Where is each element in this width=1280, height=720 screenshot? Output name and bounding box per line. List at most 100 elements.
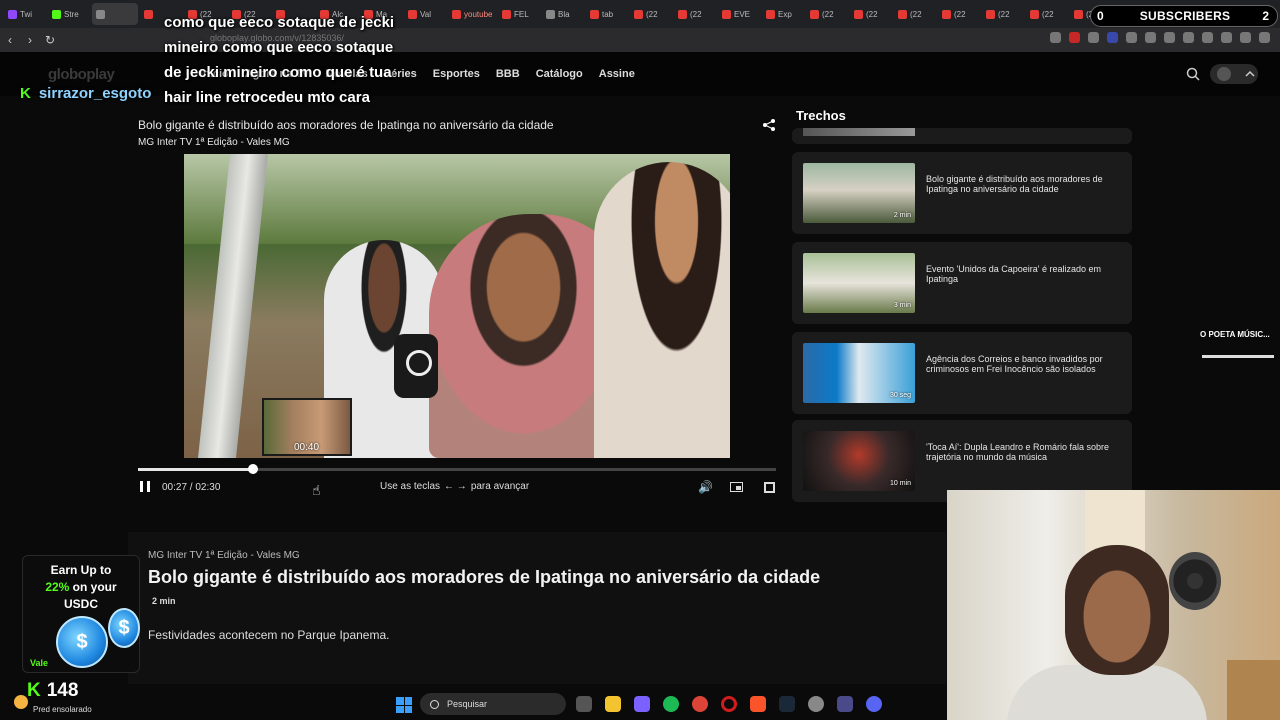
viewer-count: K 148 xyxy=(27,680,78,702)
steam-icon[interactable] xyxy=(779,696,795,712)
browser-tab[interactable]: EVE xyxy=(718,3,760,25)
extension-icon[interactable] xyxy=(1050,32,1061,43)
tab-favicon-icon xyxy=(678,9,687,19)
current-time: 00:27 xyxy=(162,482,188,493)
browser-tab[interactable]: tab xyxy=(586,3,628,25)
total-time: 02:30 xyxy=(195,482,221,493)
kick-icon: K xyxy=(27,680,41,701)
now-playing-progress xyxy=(1202,355,1274,358)
shield-icon[interactable] xyxy=(1240,32,1251,43)
viewer-count-value: 148 xyxy=(46,680,79,701)
trecho-thumbnail: 30 seg xyxy=(803,343,915,403)
tab-label: FEL xyxy=(514,9,529,19)
tab-label: (22 xyxy=(954,9,966,19)
tab-label: (22 xyxy=(910,9,922,19)
menu-icon[interactable] xyxy=(1259,32,1270,43)
browser-tab[interactable]: (22 xyxy=(938,3,980,25)
tab-favicon-icon xyxy=(1074,9,1083,19)
nav-item-bbb[interactable]: BBB xyxy=(496,68,520,80)
volume-icon[interactable]: 🔊 xyxy=(698,480,713,494)
tab-favicon-icon xyxy=(408,9,417,19)
video-program[interactable]: MG Inter TV 1ª Edição - Vales MG xyxy=(138,137,290,148)
search-icon xyxy=(430,699,439,709)
apps-grid-icon[interactable] xyxy=(634,696,650,712)
info-description: Festividades acontecem no Parque Ipanema… xyxy=(148,628,390,642)
browser-tab[interactable] xyxy=(92,3,138,25)
browser-tab[interactable]: FEL xyxy=(498,3,540,25)
site-logo[interactable]: globoplay xyxy=(48,66,115,83)
spotify-icon[interactable] xyxy=(663,696,679,712)
nav-item-catalogo[interactable]: Catálogo xyxy=(536,68,583,80)
chrome-icon[interactable] xyxy=(692,696,708,712)
avatar[interactable] xyxy=(1210,64,1258,84)
browser-tab[interactable]: Val xyxy=(404,3,446,25)
browser-tab[interactable]: Twi xyxy=(4,3,46,25)
share-icon[interactable] xyxy=(762,118,776,132)
browser-tab[interactable]: Bla xyxy=(542,3,584,25)
tab-label: (22 xyxy=(690,9,702,19)
task-view-icon[interactable] xyxy=(576,696,592,712)
usdc-coin-icon: $ xyxy=(56,616,108,668)
discord-icon[interactable] xyxy=(866,696,882,712)
windows-start-icon[interactable] xyxy=(396,697,412,713)
trecho-title: 'Toca Aí': Dupla Leandro e Romário fala … xyxy=(926,442,1110,462)
file-explorer-icon[interactable] xyxy=(605,696,621,712)
back-icon[interactable]: ‹ xyxy=(0,33,20,47)
browser-tab[interactable]: (22 xyxy=(1026,3,1068,25)
info-duration: 2 min xyxy=(152,596,176,606)
browser-tab[interactable]: (22 xyxy=(894,3,936,25)
trecho-card[interactable]: 3 min Evento 'Unidos da Capoeira' é real… xyxy=(792,242,1132,324)
search-icon[interactable] xyxy=(1186,67,1200,81)
weather-text: Pred ensolarado xyxy=(33,705,92,714)
browser-tab[interactable]: (22 xyxy=(850,3,892,25)
tab-favicon-icon xyxy=(766,9,775,19)
pause-button[interactable] xyxy=(140,481,150,492)
player-controls: 00:27 / 02:30 Use as teclas ← → para avanç… xyxy=(138,480,776,496)
wallet-icon[interactable] xyxy=(1221,32,1232,43)
taskbar-search[interactable]: Pesquisar xyxy=(420,693,566,715)
seek-bar-handle[interactable] xyxy=(247,464,258,474)
info-program[interactable]: MG Inter TV 1ª Edição - Vales MG xyxy=(148,550,300,561)
app-icon[interactable] xyxy=(808,696,824,712)
mouse-cursor-icon: ☝ xyxy=(312,482,321,498)
nav-item-assine[interactable]: Assine xyxy=(599,68,635,80)
browser-tab[interactable]: Stre xyxy=(48,3,90,25)
extension-icon[interactable] xyxy=(1088,32,1099,43)
browser-tab[interactable]: (22 xyxy=(806,3,848,25)
seek-bar[interactable] xyxy=(138,464,776,474)
tab-label: tab xyxy=(602,9,614,19)
trecho-card[interactable]: 30 seg Agência dos Correios e banco inva… xyxy=(792,332,1132,414)
tab-favicon-icon xyxy=(634,9,643,19)
promo-text: Earn Up to 22% on your USDC xyxy=(30,562,132,613)
now-playing-title: O POETA MÚSIC... xyxy=(1200,330,1270,339)
tab-label: Stre xyxy=(64,9,79,19)
music-icon[interactable] xyxy=(1183,32,1194,43)
fullscreen-icon[interactable] xyxy=(764,482,775,493)
extension-icon[interactable] xyxy=(1126,32,1137,43)
opera-icon[interactable] xyxy=(721,696,737,712)
pip-icon[interactable] xyxy=(730,482,743,492)
nav-item-esportes[interactable]: Esportes xyxy=(433,68,480,80)
tab-label: youtube xyxy=(464,9,493,19)
promo-line2: on your xyxy=(69,580,117,594)
reload-icon[interactable]: ↻ xyxy=(40,33,60,47)
chat-user: K sirrazor_esgoto xyxy=(20,85,151,102)
trecho-card[interactable]: 2 min Bolo gigante é distribuído aos mor… xyxy=(792,152,1132,234)
browser-tab[interactable]: Exp xyxy=(762,3,804,25)
puzzle-icon[interactable] xyxy=(1145,32,1156,43)
brave-icon[interactable] xyxy=(750,696,766,712)
arrow-keys-icon: ← → xyxy=(444,481,467,492)
tab-favicon-icon xyxy=(722,9,731,19)
forward-icon[interactable]: › xyxy=(20,33,40,47)
browser-tab[interactable]: (22 xyxy=(630,3,672,25)
sidebar-icon[interactable] xyxy=(1202,32,1213,43)
trecho-card-partial[interactable] xyxy=(792,128,1132,144)
app-icon[interactable] xyxy=(837,696,853,712)
tab-favicon-icon xyxy=(144,9,153,19)
extension-icon[interactable] xyxy=(1164,32,1175,43)
extension-icon[interactable] xyxy=(1069,32,1080,43)
browser-tab[interactable]: (22 xyxy=(982,3,1024,25)
browser-tab[interactable]: youtube xyxy=(448,3,496,25)
extension-icon[interactable] xyxy=(1107,32,1118,43)
browser-tab[interactable]: (22 xyxy=(674,3,716,25)
